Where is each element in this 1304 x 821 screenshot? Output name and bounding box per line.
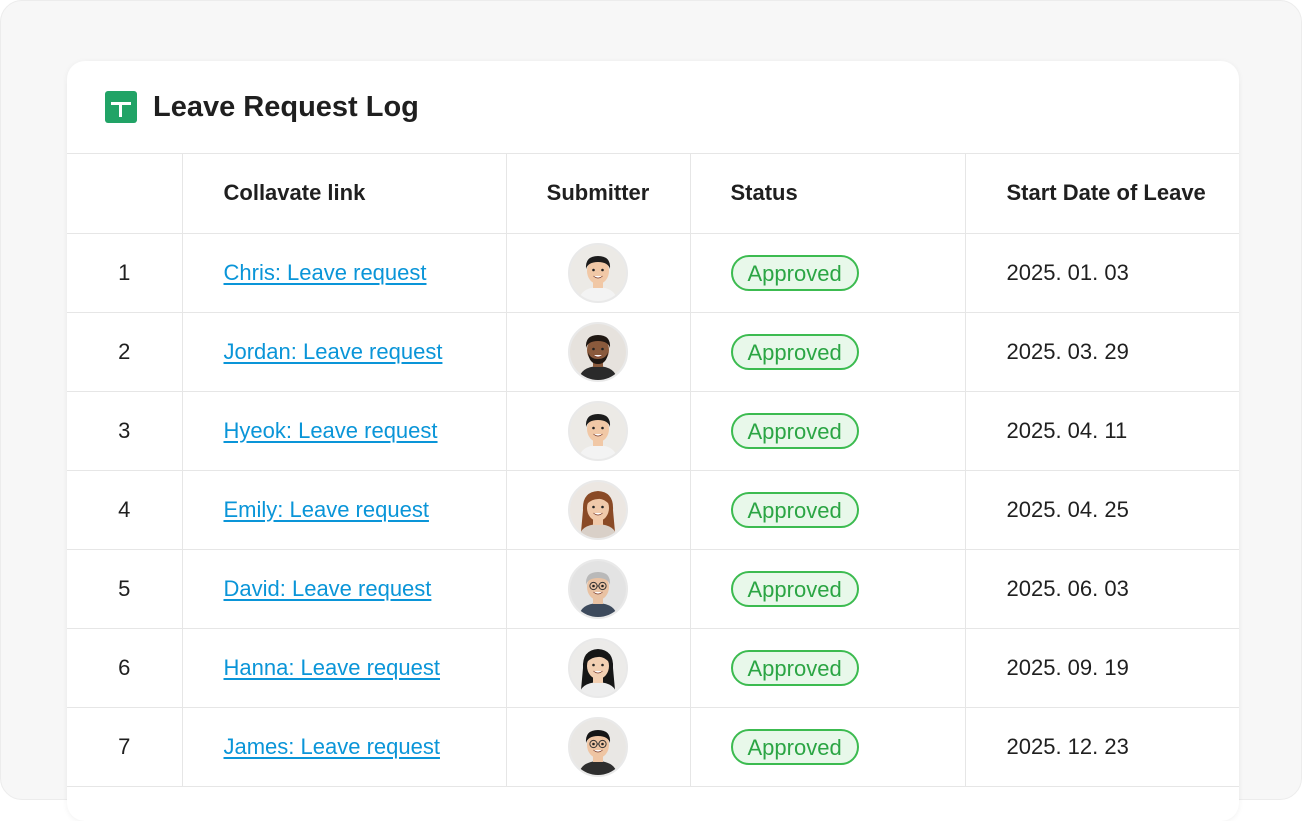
status-cell: Approved <box>690 707 966 787</box>
status-cell: Approved <box>690 312 966 392</box>
link-cell: David: Leave request <box>182 549 507 629</box>
collavate-link[interactable]: Chris: Leave request <box>224 260 427 285</box>
link-cell: James: Leave request <box>182 707 507 787</box>
link-cell: Emily: Leave request <box>182 470 507 550</box>
status-badge: Approved <box>730 333 859 370</box>
card-header: Leave Request Log <box>67 61 1239 154</box>
avatar <box>568 242 628 303</box>
row-number: 1 <box>67 233 183 313</box>
avatar <box>568 637 628 698</box>
status-badge: Approved <box>730 412 859 449</box>
link-cell: Chris: Leave request <box>182 233 507 313</box>
table-row: 7 James: Leave request Approved 2025. 12. 2… <box>67 707 1239 787</box>
status-cell: Approved <box>690 470 966 550</box>
submitter-cell <box>506 707 691 787</box>
col-header-link: Collavate link <box>182 154 507 234</box>
status-badge: Approved <box>730 254 859 291</box>
avatar <box>568 558 628 619</box>
collavate-link[interactable]: Jordan: Leave request <box>224 339 443 364</box>
row-number: 3 <box>67 391 183 471</box>
start-date: 2025. 09. 19 <box>965 628 1239 708</box>
table-row: 2 Jordan: Leave request Approved 2025. 03. … <box>67 312 1239 392</box>
collavate-link[interactable]: Emily: Leave request <box>224 497 429 522</box>
leave-table: Collavate link Submitter Status Start Da… <box>67 154 1239 787</box>
start-date: 2025. 12. 23 <box>965 707 1239 787</box>
submitter-cell <box>506 233 691 313</box>
sheets-icon-bar-v <box>119 102 122 117</box>
link-cell: Jordan: Leave request <box>182 312 507 392</box>
table-row: 4 Emily: Leave request Approved 2025. 04. 2… <box>67 470 1239 550</box>
collavate-link[interactable]: Hyeok: Leave request <box>224 418 438 443</box>
table-row: 5 David: Leave request Approved 2025. 06. 0… <box>67 549 1239 629</box>
status-cell: Approved <box>690 233 966 313</box>
link-cell: Hyeok: Leave request <box>182 391 507 471</box>
app-frame: Leave Request Log Collavate link Submitt… <box>0 0 1302 821</box>
link-cell: Hanna: Leave request <box>182 628 507 708</box>
row-number: 5 <box>67 549 183 629</box>
start-date: 2025. 06. 03 <box>965 549 1239 629</box>
collavate-link[interactable]: James: Leave request <box>224 734 440 759</box>
status-cell: Approved <box>690 549 966 629</box>
submitter-cell <box>506 470 691 550</box>
status-badge: Approved <box>730 728 859 765</box>
status-cell: Approved <box>690 628 966 708</box>
start-date: 2025. 04. 11 <box>965 391 1239 471</box>
col-header-date: Start Date of Leave <box>965 154 1239 234</box>
leave-log-card: Leave Request Log Collavate link Submitt… <box>67 61 1239 821</box>
page-title: Leave Request Log <box>153 91 419 123</box>
table-row: 3 Hyeok: Leave request Approved 2025. 04. 1… <box>67 391 1239 471</box>
submitter-cell <box>506 549 691 629</box>
col-header-num <box>67 154 183 234</box>
avatar <box>568 400 628 461</box>
avatar <box>568 479 628 540</box>
collavate-link[interactable]: David: Leave request <box>224 576 432 601</box>
start-date: 2025. 01. 03 <box>965 233 1239 313</box>
avatar <box>568 321 628 382</box>
submitter-cell <box>506 628 691 708</box>
status-cell: Approved <box>690 391 966 471</box>
status-badge: Approved <box>730 649 859 686</box>
start-date: 2025. 04. 25 <box>965 470 1239 550</box>
sheets-icon <box>105 91 137 123</box>
submitter-cell <box>506 312 691 392</box>
row-number: 6 <box>67 628 183 708</box>
col-header-submitter: Submitter <box>506 154 691 234</box>
col-header-status: Status <box>690 154 966 234</box>
table-body: 1 Chris: Leave request Approved 2025. 01. 0… <box>67 233 1239 787</box>
collavate-link[interactable]: Hanna: Leave request <box>224 655 441 680</box>
row-number: 4 <box>67 470 183 550</box>
start-date: 2025. 03. 29 <box>965 312 1239 392</box>
row-number: 7 <box>67 707 183 787</box>
table-row: 6 Hanna: Leave request Approved 2025. 09. 1… <box>67 628 1239 708</box>
status-badge: Approved <box>730 491 859 528</box>
table-header-row: Collavate link Submitter Status Start Da… <box>67 154 1239 234</box>
row-number: 2 <box>67 312 183 392</box>
submitter-cell <box>506 391 691 471</box>
status-badge: Approved <box>730 570 859 607</box>
table-row: 1 Chris: Leave request Approved 2025. 01. 0… <box>67 233 1239 313</box>
